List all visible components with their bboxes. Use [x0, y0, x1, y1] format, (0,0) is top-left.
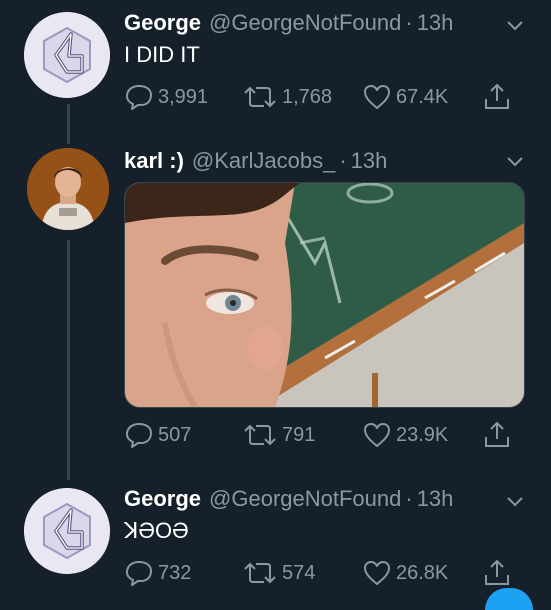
like-icon: [364, 561, 390, 585]
retweet-button[interactable]: 1,768: [242, 82, 332, 112]
retweet-icon: [244, 424, 276, 446]
separator-dot: ·: [339, 148, 347, 173]
chevron-down-icon[interactable]: [505, 152, 525, 172]
chevron-down-icon[interactable]: [505, 16, 525, 36]
user-handle[interactable]: @GeorgeNotFound: [209, 10, 401, 36]
separator-dot: ·: [405, 486, 413, 511]
reply-count: 3,991: [158, 85, 209, 108]
timestamp[interactable]: 13h: [417, 486, 454, 512]
george-logo-icon: [24, 488, 110, 574]
reply-count: 507: [158, 423, 192, 446]
retweet-count: 791: [282, 423, 316, 446]
reply-icon: [126, 561, 152, 586]
like-icon: [364, 423, 390, 447]
tweet-header: George @GeorgeNotFound · 13h: [124, 486, 453, 512]
user-handle[interactable]: @GeorgeNotFound: [209, 486, 401, 512]
chevron-down-icon[interactable]: [505, 492, 525, 512]
tweet-george-2[interactable]: George @GeorgeNotFound · 13h ꓘƏOƏ 732 57…: [0, 476, 551, 610]
display-name[interactable]: George: [124, 10, 201, 36]
like-icon: [364, 85, 390, 109]
reply-button[interactable]: 3,991: [124, 82, 208, 112]
avatar[interactable]: [24, 12, 110, 98]
retweet-icon: [244, 562, 276, 584]
retweet-count: 574: [282, 561, 316, 584]
share-icon: [485, 83, 509, 109]
display-name[interactable]: George: [124, 486, 201, 512]
george-logo-icon: [24, 12, 110, 98]
share-button[interactable]: [482, 420, 516, 450]
selfie-chalkboard-photo: [125, 183, 524, 407]
tweet-text: ꓘƏOƏ: [124, 518, 189, 543]
reply-button[interactable]: 507: [124, 420, 191, 450]
reply-icon: [126, 423, 152, 448]
like-button[interactable]: 23.9K: [362, 420, 448, 450]
karl-avatar-photo: [27, 148, 109, 230]
tweet-media-photo[interactable]: [124, 182, 525, 408]
timestamp[interactable]: 13h: [351, 148, 388, 174]
retweet-button[interactable]: 791: [242, 420, 315, 450]
avatar[interactable]: [27, 148, 109, 230]
like-count: 23.9K: [396, 423, 449, 446]
retweet-count: 1,768: [282, 85, 333, 108]
display-name[interactable]: karl :): [124, 148, 184, 174]
timestamp[interactable]: 13h: [417, 10, 454, 36]
reply-count: 732: [158, 561, 192, 584]
avatar[interactable]: [24, 488, 110, 574]
tweet-text: I DID IT: [124, 42, 200, 67]
tweet-actions: 732 574 26.8K: [124, 558, 514, 588]
like-button[interactable]: 26.8K: [362, 558, 448, 588]
tweet-george-1[interactable]: George @GeorgeNotFound · 13h I DID IT 3,…: [0, 0, 551, 120]
user-handle[interactable]: @KarlJacobs_: [192, 148, 335, 174]
share-icon: [485, 559, 509, 585]
reply-button[interactable]: 732: [124, 558, 191, 588]
separator-dot: ·: [405, 10, 413, 35]
retweet-icon: [244, 86, 276, 108]
like-count: 67.4K: [396, 85, 449, 108]
tweet-actions: 3,991 1,768 67.4K: [124, 82, 514, 112]
like-button[interactable]: 67.4K: [362, 82, 448, 112]
tweet-header: karl :) @KarlJacobs_ · 13h: [124, 148, 387, 174]
tweet-actions: 507 791 23.9K: [124, 420, 514, 450]
tweet-header: George @GeorgeNotFound · 13h: [124, 10, 453, 36]
compose-fab-partial[interactable]: [485, 588, 533, 610]
retweet-button[interactable]: 574: [242, 558, 315, 588]
like-count: 26.8K: [396, 561, 449, 584]
share-button[interactable]: [482, 82, 516, 112]
share-icon: [485, 421, 509, 447]
reply-icon: [126, 85, 152, 110]
share-button[interactable]: [482, 558, 516, 588]
